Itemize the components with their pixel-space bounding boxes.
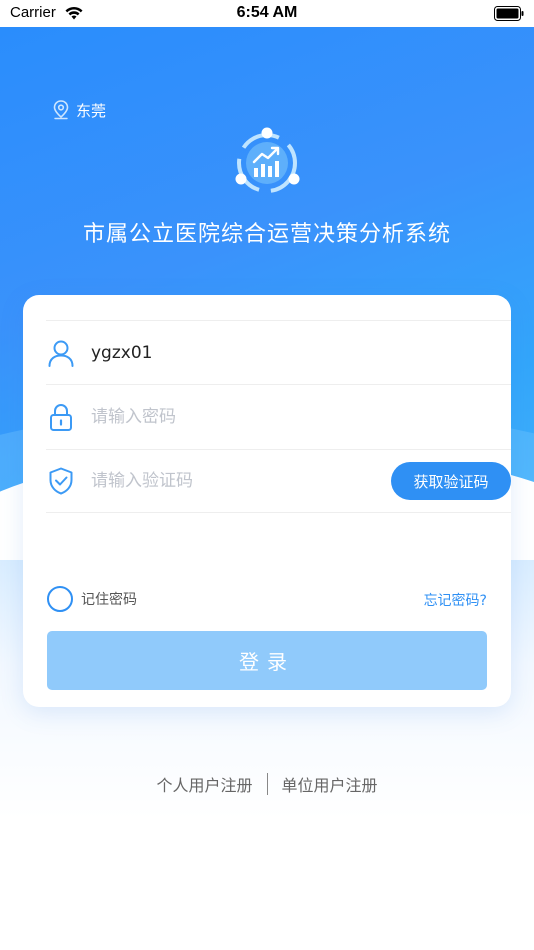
personal-register-link[interactable]: 个人用户注册	[156, 772, 252, 796]
analytics-chart-logo	[235, 127, 300, 193]
username-input[interactable]	[91, 342, 511, 363]
verification-row: 获取验证码	[46, 449, 511, 513]
app-title: 市属公立医院综合运营决策分析系统	[82, 222, 451, 247]
username-row	[46, 320, 511, 384]
password-input[interactable]	[91, 406, 511, 427]
login-button[interactable]: 登录	[47, 631, 487, 690]
organization-register-link[interactable]: 单位用户注册	[282, 772, 378, 796]
verification-code-input[interactable]	[91, 471, 391, 491]
lock-icon	[50, 403, 72, 431]
shield-check-icon	[49, 467, 73, 495]
clock: 6:54 AM	[236, 4, 298, 21]
location-pin-icon	[53, 100, 69, 120]
remember-label: 记住密码	[81, 592, 137, 608]
status-bar: Carrier 6:54 AM	[0, 0, 534, 27]
battery-icon	[494, 6, 524, 21]
divider	[266, 773, 268, 795]
forgot-password-link[interactable]: 忘记密码?	[424, 590, 487, 610]
register-links: 个人用户注册 单位用户注册	[0, 772, 534, 796]
get-code-button[interactable]: 获取验证码	[391, 462, 511, 500]
remember-password[interactable]: 记住密码	[47, 586, 137, 612]
location-label: 东莞	[76, 101, 107, 120]
location-selector[interactable]: 东莞	[52, 98, 106, 122]
password-row	[46, 384, 511, 448]
login-card: 获取验证码 记住密码 忘记密码? 登录	[23, 295, 511, 707]
remember-checkbox[interactable]	[47, 586, 73, 612]
user-icon	[48, 340, 74, 367]
